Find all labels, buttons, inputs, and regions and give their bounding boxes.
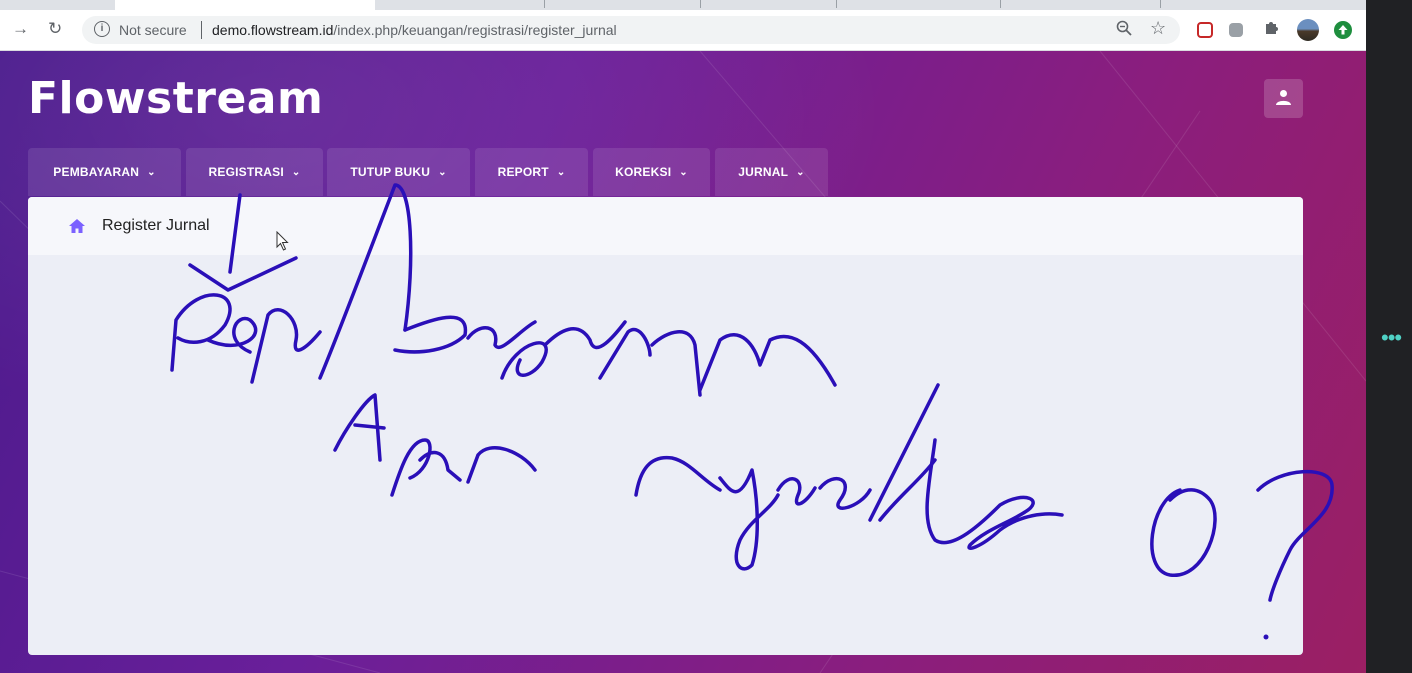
- tab-strip: [0, 0, 1366, 10]
- card-header: Register Jurnal: [28, 197, 1303, 255]
- info-icon[interactable]: i: [94, 21, 110, 37]
- tab-separator: [1000, 0, 1001, 8]
- nav-item-label: PEMBAYARAN: [53, 165, 140, 179]
- more-options-icon[interactable]: •••: [1381, 327, 1402, 349]
- chevron-down-icon: ⌄: [438, 166, 447, 178]
- tab-separator: [1160, 0, 1161, 8]
- tab-separator: [544, 0, 545, 8]
- home-icon: [69, 219, 85, 233]
- url-text[interactable]: demo.flowstream.id/index.php/keuangan/re…: [212, 22, 617, 38]
- update-icon[interactable]: [1334, 21, 1352, 39]
- url-path: /index.php/keuangan/registrasi/register_…: [333, 22, 617, 38]
- content-card: Register Jurnal: [28, 197, 1303, 655]
- user-menu-button[interactable]: [1264, 79, 1303, 118]
- address-bar[interactable]: i Not secure demo.flowstream.id/index.ph…: [82, 16, 1180, 44]
- nav-item-registrasi[interactable]: REGISTRASI ⌄: [186, 148, 323, 196]
- tab-separator: [700, 0, 701, 8]
- profile-avatar[interactable]: [1297, 19, 1319, 41]
- nav-item-label: TUTUP BUKU: [350, 165, 431, 179]
- brand-logo[interactable]: Flowstream: [28, 73, 323, 124]
- active-tab[interactable]: [115, 0, 375, 10]
- reload-icon[interactable]: ↻: [48, 19, 62, 39]
- nav-item-report[interactable]: REPORT ⌄: [475, 148, 588, 196]
- nav-item-label: REPORT: [497, 165, 549, 179]
- nav-item-pembayaran[interactable]: PEMBAYARAN ⌄: [28, 148, 181, 196]
- nav-item-tutup-buku[interactable]: TUTUP BUKU ⌄: [327, 148, 470, 196]
- nav-item-label: KOREKSI: [615, 165, 672, 179]
- nav-item-label: JURNAL: [738, 165, 789, 179]
- zoom-icon[interactable]: [1116, 20, 1132, 41]
- pocket-extension-icon[interactable]: [1197, 22, 1213, 38]
- chevron-down-icon: ⌄: [679, 166, 688, 178]
- star-icon[interactable]: ☆: [1150, 18, 1166, 39]
- app-page: Flowstream PEMBAYARAN ⌄ REGISTRASI ⌄ TUT…: [0, 51, 1366, 673]
- omnibox-divider: [201, 21, 202, 39]
- back-icon[interactable]: →: [12, 19, 29, 39]
- security-label: Not secure: [119, 22, 187, 38]
- extension-icon[interactable]: [1264, 18, 1280, 41]
- nav-item-jurnal[interactable]: JURNAL ⌄: [715, 148, 828, 196]
- chevron-down-icon: ⌄: [796, 166, 805, 178]
- tab-separator: [836, 0, 837, 8]
- chevron-down-icon: ⌄: [291, 166, 301, 178]
- page-title: Register Jurnal: [102, 217, 210, 234]
- mouse-cursor-icon: [276, 231, 289, 251]
- screenshot-extension-icon[interactable]: [1229, 23, 1243, 37]
- nav-item-koreksi[interactable]: KOREKSI ⌄: [593, 148, 710, 196]
- chevron-down-icon: ⌄: [556, 166, 566, 178]
- url-host: demo.flowstream.id: [212, 22, 334, 38]
- chevron-down-icon: ⌄: [147, 166, 156, 178]
- nav-item-label: REGISTRASI: [208, 165, 284, 179]
- user-icon: [1276, 90, 1291, 105]
- browser-toolbar: → ↻ i Not secure demo.flowstream.id/inde…: [0, 10, 1366, 51]
